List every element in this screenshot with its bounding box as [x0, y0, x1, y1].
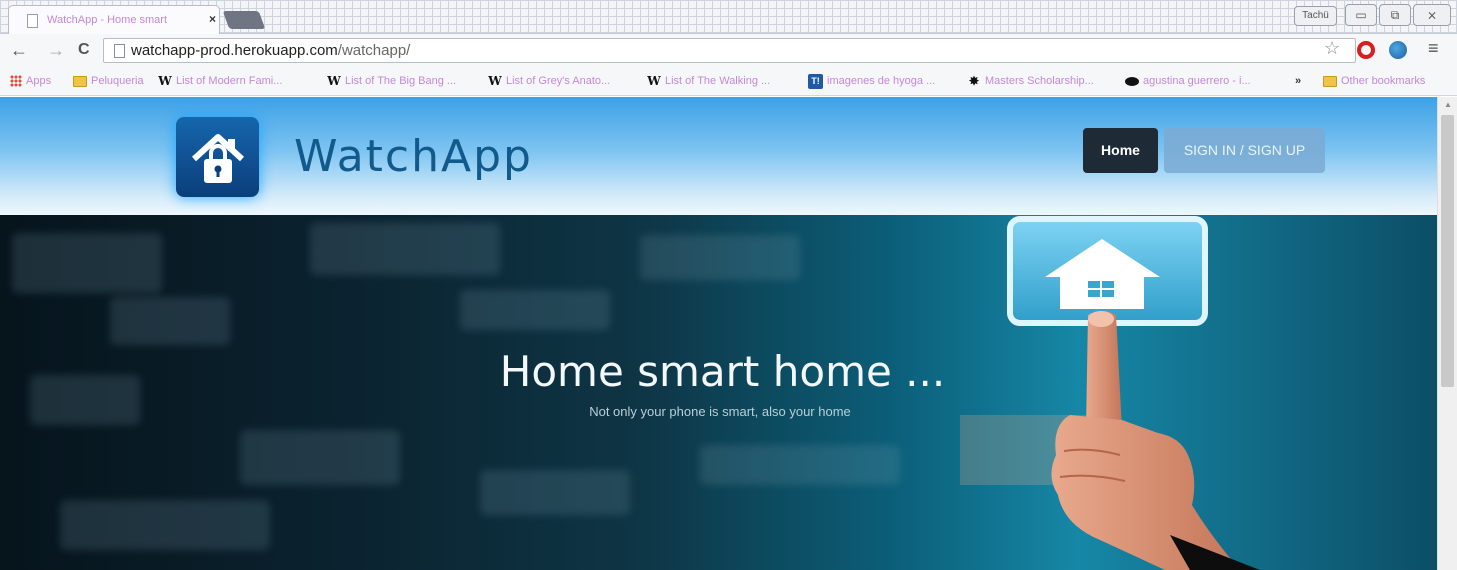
close-window-button[interactable]: ⨯	[1413, 4, 1451, 26]
decor-shape	[310, 223, 500, 275]
splat-icon: ✸	[968, 74, 980, 88]
hero-subtitle: Not only your phone is smart, also your …	[589, 404, 851, 419]
decor-shape	[700, 445, 900, 485]
blob-icon	[1125, 76, 1139, 86]
bookmark-greys-anatomy[interactable]: W List of Grey's Anato...	[488, 71, 610, 91]
bookmark-apps[interactable]: Apps	[10, 71, 51, 91]
bookmark-label: Peluqueria	[91, 75, 144, 87]
logo[interactable]	[176, 117, 259, 197]
bookmark-modern-family[interactable]: W List of Modern Fami...	[158, 71, 282, 91]
decor-shape	[460, 290, 610, 330]
folder-icon	[1323, 75, 1337, 87]
maximize-button[interactable]: ⧉	[1379, 4, 1411, 26]
scroll-thumb[interactable]	[1441, 115, 1454, 387]
address-bar[interactable]: watchapp-prod.herokuapp.com/watchapp/	[103, 38, 1356, 63]
page-icon	[114, 44, 125, 58]
wikipedia-icon: W	[488, 74, 502, 88]
bookmark-walking-dead[interactable]: W List of The Walking ...	[647, 71, 770, 91]
bookmark-label: imagenes de hyoga ...	[827, 75, 936, 87]
star-icon[interactable]: ☆	[1324, 38, 1340, 59]
bookmark-other[interactable]: Other bookmarks	[1323, 71, 1425, 91]
menu-icon[interactable]: ≡	[1428, 38, 1439, 59]
reload-button[interactable]: C	[78, 40, 90, 60]
page-scrollbar[interactable]: ▲	[1437, 97, 1457, 570]
wikipedia-icon: W	[327, 74, 341, 88]
new-tab-button[interactable]	[222, 11, 266, 29]
bookmark-label: List of Modern Fami...	[176, 75, 283, 87]
hero-title: Home smart home ...	[499, 347, 946, 396]
folder-icon	[73, 75, 87, 87]
decor-shape	[60, 500, 270, 550]
tab-title: WatchApp - Home smart	[47, 14, 168, 26]
bookmarks-overflow-button[interactable]: »	[1295, 71, 1301, 91]
profile-button[interactable]: Tachü	[1294, 6, 1337, 26]
forward-button[interactable]: →	[47, 40, 65, 60]
site-header: WatchApp Home SIGN IN / SIGN UP	[0, 97, 1437, 215]
bookmark-label: List of The Walking ...	[665, 75, 771, 87]
nav-signin-button[interactable]: SIGN IN / SIGN UP	[1164, 128, 1325, 173]
decor-shape	[240, 430, 400, 485]
webpage: WatchApp Home SIGN IN / SIGN UP Home sma…	[0, 97, 1437, 570]
opera-icon[interactable]	[1357, 41, 1375, 59]
brand-name: WatchApp	[294, 131, 533, 182]
tb-icon: T!	[808, 73, 823, 89]
house-lock-icon	[191, 134, 245, 183]
back-button[interactable]: ←	[10, 40, 28, 60]
decor-shape	[640, 235, 800, 280]
bookmark-label: List of The Big Bang ...	[345, 75, 457, 87]
decor-shape	[12, 233, 162, 293]
hero-banner: Home smart home ... Not only your phone …	[0, 215, 1437, 570]
decor-shape	[110, 297, 230, 345]
minimize-button[interactable]: ▭	[1345, 4, 1377, 26]
scroll-up-icon[interactable]: ▲	[1444, 100, 1452, 109]
wikipedia-icon: W	[647, 74, 661, 88]
bookmark-peluqueria[interactable]: Peluqueria	[73, 71, 144, 91]
bookmark-masters[interactable]: ✸ Masters Scholarship...	[967, 71, 1094, 91]
bookmark-agustina[interactable]: agustina guerrero - i...	[1125, 71, 1251, 91]
bookmark-label: agustina guerrero - i...	[1143, 75, 1251, 87]
tab-strip: WatchApp - Home smart × Tachü ▭ ⧉ ⨯	[0, 0, 1457, 34]
bookmark-big-bang[interactable]: W List of The Big Bang ...	[327, 71, 456, 91]
url-path: /watchapp/	[337, 42, 411, 59]
globe-icon[interactable]	[1389, 41, 1407, 59]
nav-home-button[interactable]: Home	[1083, 128, 1158, 173]
bookmark-label: Masters Scholarship...	[985, 75, 1094, 87]
wikipedia-icon: W	[158, 74, 172, 88]
browser-tab[interactable]: WatchApp - Home smart ×	[8, 5, 220, 34]
page-icon	[27, 14, 38, 28]
apps-grid-icon	[10, 75, 22, 87]
address-url: watchapp-prod.herokuapp.com/watchapp/	[131, 42, 410, 59]
bookmark-label: Apps	[26, 75, 52, 87]
bookmark-hyoga[interactable]: T! imagenes de hyoga ...	[808, 71, 935, 91]
url-host: watchapp-prod.herokuapp.com	[131, 42, 338, 59]
bookmark-label: Other bookmarks	[1341, 75, 1426, 87]
tab-close-icon[interactable]: ×	[209, 12, 216, 26]
bookmark-label: List of Grey's Anato...	[506, 75, 611, 87]
decor-shape	[480, 470, 630, 515]
